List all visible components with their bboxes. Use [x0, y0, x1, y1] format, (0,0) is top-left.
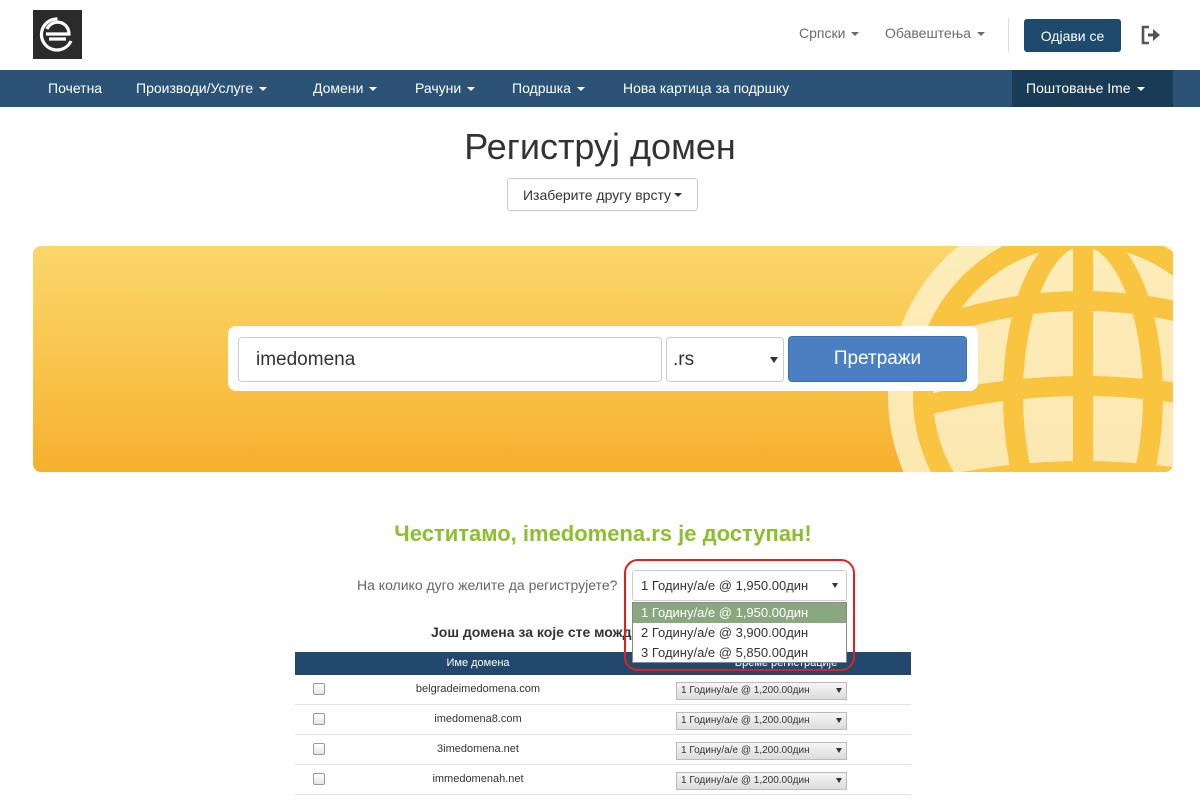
choose-type-button[interactable]: Изаберите другу врсту — [507, 178, 698, 211]
account-dropdown[interactable]: Поштовање Ime — [1012, 70, 1173, 107]
page-title: Региструј домен — [464, 126, 736, 167]
chevron-down-icon — [576, 87, 585, 92]
row-period-select[interactable]: 1 Годину/а/е @ 1,200.00дин — [676, 682, 847, 700]
domain-name: immedomenah.net — [432, 773, 524, 785]
main-nav: Почетна Производи/Услуге Домени Рачуни П… — [0, 70, 1200, 107]
chevron-down-icon — [674, 192, 683, 197]
logo[interactable] — [33, 10, 82, 59]
table-row: immedomenah.net 1 Годину/а/е @ 1,200.00д… — [295, 765, 911, 795]
nav-item-support[interactable]: Подршка — [512, 70, 585, 107]
row-period-value: 1 Годину/а/е @ 1,200.00дин — [681, 775, 810, 786]
nav-item-products[interactable]: Производи/Услуге — [136, 70, 268, 107]
suggestions-table: Име домена Време регистрације belgradeim… — [295, 652, 911, 795]
availability-message: Честитамо, imedomena.rs је доступан! — [394, 521, 812, 546]
logout-button[interactable]: Одјави се — [1024, 19, 1121, 52]
domain-name: belgradeimedomena.com — [415, 683, 541, 695]
nav-item-label: Домени — [313, 80, 364, 96]
nav-item-label: Производи/Услуге — [136, 80, 254, 96]
notifications-label: Обавештења — [885, 25, 971, 41]
nav-item-label: Почетна — [48, 80, 103, 96]
domain-name: imedomena8.com — [434, 713, 522, 725]
table-row: 3imedomena.net 1 Годину/а/е @ 1,200.00ди… — [295, 735, 911, 765]
chevron-down-icon — [369, 87, 378, 92]
chevron-down-icon — [836, 688, 842, 693]
nav-item-domains[interactable]: Домени — [313, 70, 378, 107]
chevron-down-icon — [1136, 87, 1145, 92]
table-row: imedomena8.com 1 Годину/а/е @ 1,200.00ди… — [295, 705, 911, 735]
language-label: Српски — [799, 25, 846, 41]
row-period-value: 1 Годину/а/е @ 1,200.00дин — [681, 685, 810, 696]
chevron-down-icon — [976, 32, 985, 37]
header-divider — [1008, 18, 1009, 52]
row-period-select[interactable]: 1 Годину/а/е @ 1,200.00дин — [676, 742, 847, 760]
tld-value: .rs — [673, 349, 695, 370]
choose-type-label: Изаберите другу врсту — [522, 186, 672, 203]
column-header-domain: Име домена — [446, 657, 510, 669]
suggestions-heading: Још домена за које сте можда — [431, 624, 633, 640]
nav-item-billing[interactable]: Рачуни — [415, 70, 476, 107]
language-dropdown[interactable]: Српски — [799, 25, 860, 41]
chevron-down-icon — [851, 32, 860, 37]
domain-name: 3imedomena.net — [437, 743, 519, 755]
search-button[interactable]: Претражи — [788, 336, 967, 382]
nav-item-label: Рачуни — [415, 80, 462, 96]
row-period-select[interactable]: 1 Годину/а/е @ 1,200.00дин — [676, 772, 847, 790]
period-label: На колико дуго желите да региструјете? — [357, 577, 618, 593]
logout-icon[interactable] — [1140, 25, 1162, 45]
notifications-dropdown[interactable]: Обавештења — [885, 25, 985, 41]
row-period-value: 1 Годину/а/е @ 1,200.00дин — [681, 745, 810, 756]
nav-item-label: Нова картица за подршку — [623, 80, 790, 96]
nav-item-home[interactable]: Почетна — [48, 70, 102, 107]
chevron-down-icon — [836, 778, 842, 783]
domain-search-input[interactable]: imedomena — [238, 337, 662, 382]
account-label: Поштовање Ime — [1026, 80, 1131, 96]
nav-item-new-ticket[interactable]: Нова картица за подршку — [623, 70, 789, 107]
table-row: belgradeimedomena.com 1 Годину/а/е @ 1,2… — [295, 675, 911, 705]
chevron-down-icon — [770, 357, 778, 363]
top-header: Српски Обавештења Одјави се — [0, 0, 1200, 70]
chevron-down-icon — [467, 87, 476, 92]
row-period-value: 1 Годину/а/е @ 1,200.00дин — [681, 715, 810, 726]
row-period-select[interactable]: 1 Годину/а/е @ 1,200.00дин — [676, 712, 847, 730]
logo-icon — [33, 10, 82, 59]
tld-select[interactable]: .rs — [666, 337, 784, 382]
chevron-down-icon — [836, 718, 842, 723]
highlight-annotation — [624, 559, 855, 671]
chevron-down-icon — [836, 748, 842, 753]
chevron-down-icon — [259, 87, 268, 92]
nav-item-label: Подршка — [512, 80, 571, 96]
